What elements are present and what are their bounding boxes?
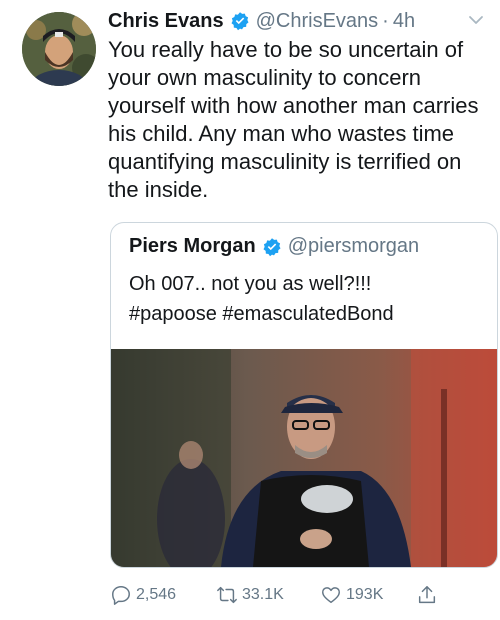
reply-icon: [112, 586, 130, 605]
share-button[interactable]: [416, 584, 446, 606]
quoted-tweet-photo[interactable]: [111, 349, 497, 567]
retweet-count: 33.1K: [242, 586, 284, 603]
verified-badge-icon: [230, 11, 250, 31]
tweet-text: You really have to be so uncertain of yo…: [108, 37, 479, 202]
quoted-tweet-text: Oh 007.. not you as well?!!! #papoose #e…: [129, 269, 479, 329]
retweet-button[interactable]: 33.1K: [216, 584, 316, 606]
chevron-down-icon[interactable]: [466, 10, 486, 30]
like-button[interactable]: 193K: [320, 584, 410, 606]
quoted-author-handle: @piersmorgan: [287, 235, 420, 257]
quoted-author-name: Piers Morgan: [129, 235, 256, 257]
quoted-tweet-hashtags: #papoose #emasculatedBond: [129, 303, 394, 325]
retweet-icon: [217, 586, 237, 604]
author-name[interactable]: Chris Evans: [108, 10, 224, 33]
like-count: 193K: [346, 586, 384, 603]
tweet-actions: 2,546 33.1K 193K: [110, 580, 500, 610]
quoted-tweet-line: Oh 007.. not you as well?!!!: [129, 273, 372, 295]
author-handle[interactable]: @ChrisEvans: [256, 10, 379, 33]
author-avatar[interactable]: [22, 12, 96, 86]
heart-icon: [322, 587, 340, 604]
quoted-tweet[interactable]: Piers Morgan @piersmorgan Oh 007.. not y…: [110, 222, 498, 568]
verified-badge-icon: [262, 237, 282, 257]
share-icon: [418, 586, 436, 604]
quoted-tweet-header: Piers Morgan @piersmorgan: [129, 235, 419, 258]
reply-count: 2,546: [136, 586, 177, 603]
tweet-header: Chris Evans @ChrisEvans · 4h: [108, 6, 500, 36]
tweet-timestamp[interactable]: 4h: [393, 10, 415, 33]
reply-button[interactable]: 2,546: [110, 584, 210, 606]
separator-dot: ·: [382, 9, 389, 32]
